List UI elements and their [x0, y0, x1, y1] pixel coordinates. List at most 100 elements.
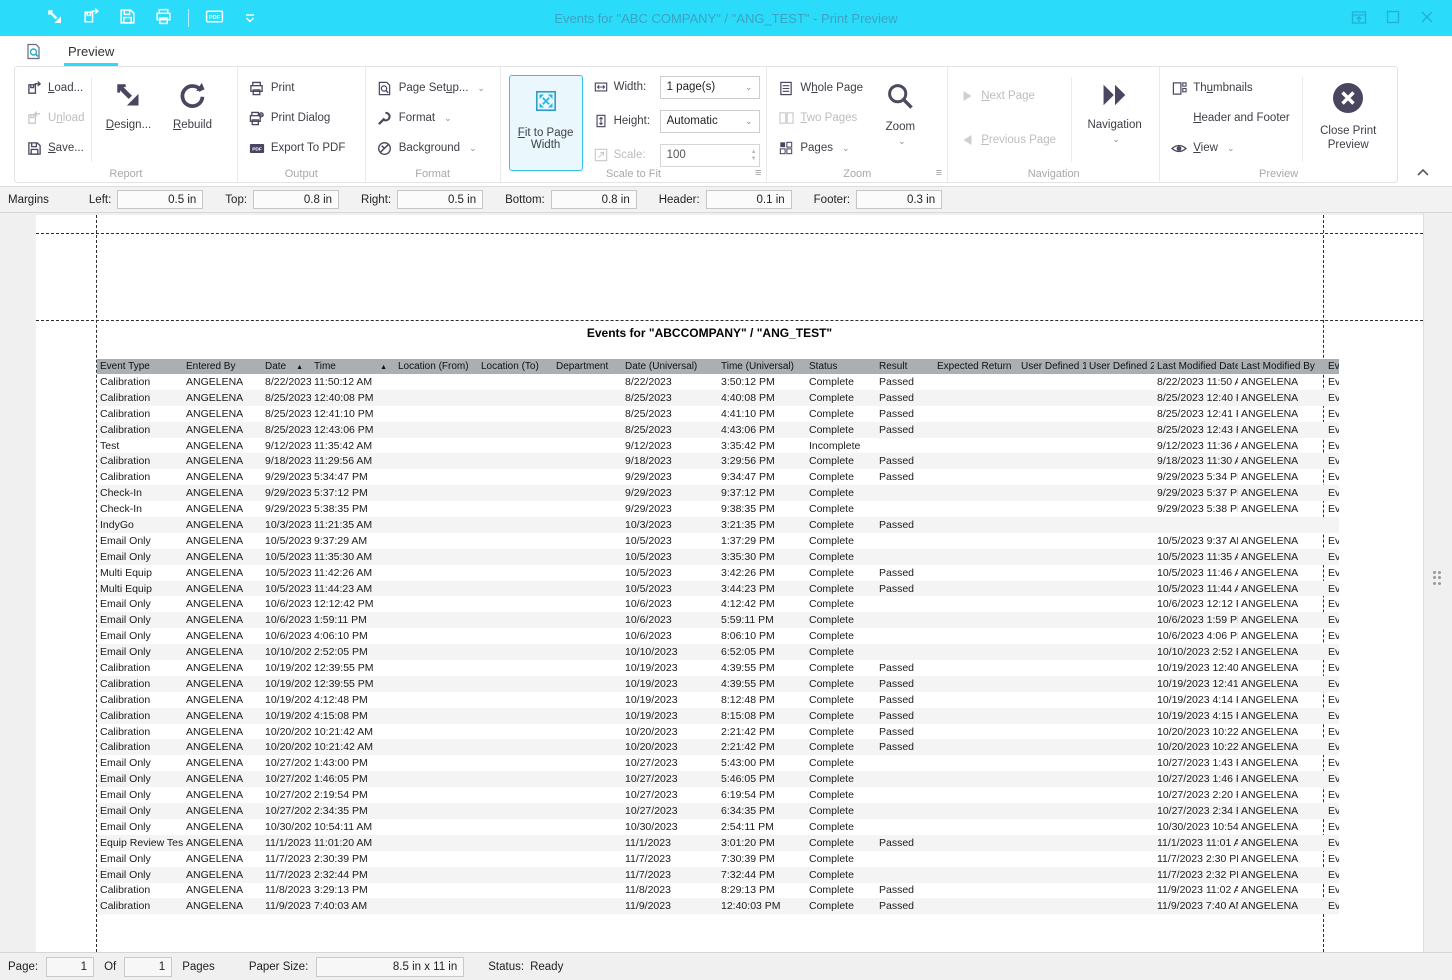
report-table-container: Event TypeEntered By▲Date▲TimeLocation (… — [97, 359, 1339, 914]
divider — [91, 77, 92, 162]
collapse-ribbon-icon — [1416, 165, 1430, 180]
column-header: Department — [553, 359, 622, 374]
table-row: Email OnlyANGELENA11/7/20232:30:39 PM11/… — [97, 851, 1339, 867]
divider — [188, 9, 189, 27]
dialog-launcher-icon: ≡ — [936, 167, 942, 179]
load-icon — [26, 80, 42, 96]
status-label: Status: — [488, 961, 524, 973]
scale-to-fit-dialog-launcher[interactable]: ≡ — [755, 167, 761, 179]
height-select[interactable]: Automatic⌄ — [660, 110, 760, 133]
status-bar: Page: 1 Of 1 Pages Paper Size: 8.5 in x … — [0, 952, 1452, 980]
print-button[interactable]: Print — [246, 75, 349, 101]
unload-icon — [26, 110, 42, 126]
report-page: Events for "ABCCOMPANY" / "ANG_TEST" Eve… — [36, 215, 1423, 952]
export-pdf-button[interactable]: PDFExport To PDF — [246, 135, 349, 161]
width-select[interactable]: 1 page(s)⌄ — [660, 76, 760, 99]
quick-export-pdf-button[interactable]: PDF — [203, 7, 225, 29]
page-number-field[interactable]: 1 — [46, 957, 94, 977]
view-button[interactable]: View⌄ — [1168, 135, 1298, 161]
chevron-down-icon: ⌄ — [477, 83, 485, 94]
previous-page-button: Previous Page — [956, 127, 1067, 153]
table-row: Email OnlyANGELENA10/6/202312:12:42 PM10… — [97, 596, 1339, 612]
column-header: Location (To) — [478, 359, 553, 374]
whole-page-icon — [778, 80, 794, 96]
quick-design-button[interactable] — [44, 7, 66, 29]
margin-left-label: Left: — [89, 194, 111, 206]
quick-save-button[interactable] — [116, 7, 138, 29]
format-button[interactable]: Format⌄ — [374, 105, 488, 131]
save-icon — [119, 8, 136, 28]
close-print-preview-button[interactable]: Close Print Preview — [1307, 75, 1389, 171]
margin-right-field[interactable]: 0.5 in — [397, 190, 483, 209]
ribbon-group-format: Page Setup...⌄ Format⌄ Background⌄ Forma… — [366, 67, 501, 182]
qat-menu-button[interactable] — [239, 7, 261, 29]
load-button[interactable]: Load... — [23, 75, 87, 101]
margin-bottom-field[interactable]: 0.8 in — [551, 190, 637, 209]
margin-top-field[interactable]: 0.8 in — [253, 190, 339, 209]
design-icon — [46, 8, 64, 29]
close-button[interactable] — [1410, 3, 1444, 33]
width-label: Width: — [614, 81, 660, 93]
group-label-format: Format — [366, 168, 500, 180]
page-setup-button[interactable]: Page Setup...⌄ — [374, 75, 488, 101]
navigation-button[interactable]: Navigation ⌄ — [1076, 75, 1153, 171]
rebuild-icon — [178, 81, 206, 112]
splitter-grip-icon[interactable] — [1433, 571, 1443, 585]
window-controls — [1342, 0, 1444, 36]
zoom-button[interactable]: Zoom ⌄ — [871, 75, 929, 171]
print-dialog-button[interactable]: ?Print Dialog — [246, 105, 349, 131]
table-row: CalibrationANGELENA8/22/202311:50:12 AM8… — [97, 374, 1339, 390]
unload-button: Unload — [23, 105, 87, 131]
quick-load-button[interactable] — [80, 7, 102, 29]
column-header: Status — [806, 359, 876, 374]
ribbon-tab-row: Preview — [0, 36, 1452, 66]
maximize-button[interactable] — [1376, 3, 1410, 33]
titlebar: PDF Events for "ABC COMPANY" / "ANG_TEST… — [0, 0, 1452, 36]
rebuild-button[interactable]: Rebuild — [160, 75, 224, 171]
save-button[interactable]: Save... — [23, 135, 87, 161]
column-header: Location (From) — [395, 359, 478, 374]
column-header: Eve — [1325, 359, 1339, 374]
pages-grid-icon — [778, 140, 794, 156]
restore-button[interactable] — [1342, 3, 1376, 33]
two-pages-icon — [778, 110, 794, 126]
zoom-dialog-launcher[interactable]: ≡ — [936, 167, 942, 179]
pages-button[interactable]: Pages⌄ — [775, 135, 871, 161]
fit-to-page-width-button[interactable]: Fit to Page Width — [509, 75, 583, 171]
table-row: Email OnlyANGELENA10/6/20231:59:11 PM10/… — [97, 612, 1339, 628]
table-row: CalibrationANGELENA10/20/202310:21:42 AM… — [97, 739, 1339, 755]
table-row: CalibrationANGELENA10/19/20234:15:08 PM1… — [97, 708, 1339, 724]
svg-text:PDF: PDF — [252, 146, 262, 152]
background-button[interactable]: Background⌄ — [374, 135, 488, 161]
margin-footer-field[interactable]: 0.3 in — [856, 190, 942, 209]
tab-preview[interactable]: Preview — [62, 36, 120, 66]
column-header: User Defined 1 — [1018, 359, 1086, 374]
margin-header-field[interactable]: 0.1 in — [706, 190, 792, 209]
fit-to-page-width-icon — [533, 88, 559, 117]
thumbnails-button[interactable]: Thumbnails — [1168, 75, 1298, 101]
table-row: Email OnlyANGELENA10/10/20232:52:05 PM10… — [97, 644, 1339, 660]
column-header: Event Type — [97, 359, 183, 374]
margins-title: Margins — [8, 194, 49, 206]
whole-page-button[interactable]: Whole Page — [775, 75, 871, 101]
spinner-up-icon: ▲ — [751, 149, 757, 155]
table-row: Email OnlyANGELENA10/27/20231:46:05 PM10… — [97, 771, 1339, 787]
header-margin-guide — [36, 233, 1423, 234]
page-count-field: 1 — [124, 957, 172, 977]
margin-left-field[interactable]: 0.5 in — [117, 190, 203, 209]
chevron-down-icon: ⌄ — [469, 143, 477, 154]
quick-print-button[interactable] — [152, 7, 174, 29]
collapse-ribbon-button[interactable] — [1416, 165, 1430, 180]
preview-workspace: Events for "ABCCOMPANY" / "ANG_TEST" Eve… — [0, 213, 1452, 952]
design-button[interactable]: Design... — [96, 75, 160, 171]
header-and-footer-button[interactable]: Header and Footer — [1168, 105, 1298, 131]
ribbon-group-report: Load... Unload Save... Design... Rebuild… — [15, 67, 238, 182]
chevron-down-icon: ⌄ — [1227, 143, 1235, 154]
divider — [1071, 77, 1072, 162]
app-window: PDF Events for "ABC COMPANY" / "ANG_TEST… — [0, 0, 1452, 980]
table-row: CalibrationANGELENA10/20/202310:21:42 AM… — [97, 724, 1339, 740]
print-preview-file-icon — [24, 36, 44, 66]
events-table: Event TypeEntered By▲Date▲TimeLocation (… — [97, 359, 1339, 914]
ribbon-group-navigation: Next Page Previous Page Navigation ⌄ Nav… — [948, 67, 1160, 182]
print-dialog-icon: ? — [249, 110, 265, 126]
